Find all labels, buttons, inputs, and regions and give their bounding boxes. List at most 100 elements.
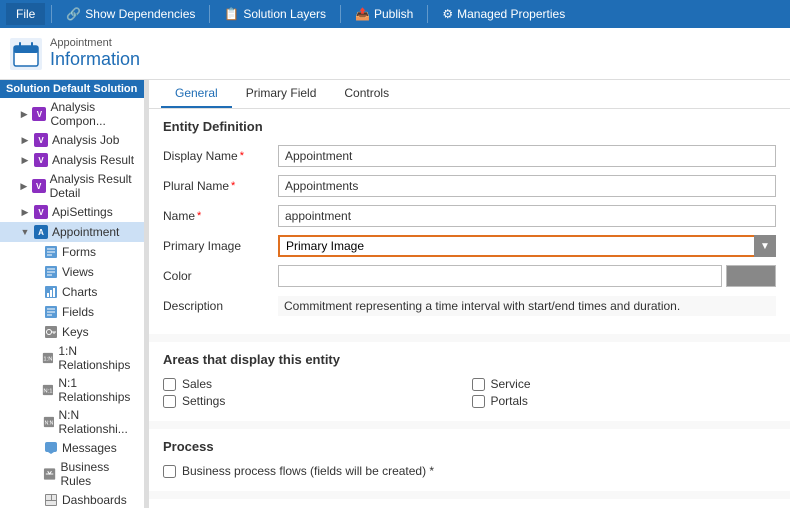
entity-icon: V [32,179,46,193]
sidebar-item-messages[interactable]: Messages [0,438,144,458]
plural-name-input[interactable] [278,175,776,197]
publish-icon: 📤 [355,7,370,21]
name-label: Name * [163,209,278,223]
name-label-text: Name [163,209,195,223]
sales-label[interactable]: Sales [163,377,468,391]
color-swatch[interactable] [726,265,776,287]
portals-checkbox[interactable] [472,395,485,408]
toolbar-separator2 [209,5,210,23]
show-dependencies-button[interactable]: 🔗 Show Dependencies [58,3,203,25]
entity-icon: V [34,153,48,167]
sidebar-label: Analysis Result [52,153,134,167]
primary-image-select[interactable]: Primary Image [278,235,776,257]
charts-icon [44,285,58,299]
sidebar-item-analysis-result-detail[interactable]: ▶ V Analysis Result Detail [0,170,144,202]
tab-controls[interactable]: Controls [330,80,403,108]
name-row: Name * [163,204,776,228]
sidebar-label: 1:N Relationships [58,344,138,372]
business-process-flows-text: Business process flows (fields will be c… [182,464,434,478]
fields-icon [44,305,58,319]
sidebar-item-n1-relationships[interactable]: N:1 N:1 Relationships [0,374,144,406]
entity-definition-title: Entity Definition [163,119,776,134]
communication-section: Communication & Collaboration Feedback *… [149,499,790,508]
sidebar-item-keys[interactable]: Keys [0,322,144,342]
sidebar-item-business-rules[interactable]: Business Rules [0,458,144,490]
sidebar-item-dashboards[interactable]: Dashboards [0,490,144,508]
sidebar-item-fields[interactable]: Fields [0,302,144,322]
sales-checkbox[interactable] [163,378,176,391]
entity-icon: A [34,225,48,239]
expand-icon: ▶ [20,207,30,217]
managed-properties-label: Managed Properties [457,7,565,21]
sidebar-item-analysis-result[interactable]: ▶ V Analysis Result [0,150,144,170]
sidebar-label: Charts [62,285,97,299]
tab-primary-field[interactable]: Primary Field [232,80,331,108]
header-subtitle: Appointment [50,37,140,49]
color-label: Color [163,269,278,283]
primary-image-label: Primary Image [163,239,278,253]
forms-icon [44,245,58,259]
service-label[interactable]: Service [472,377,777,391]
sidebar-section-title: Solution Default Solution [0,80,144,98]
sidebar-item-1n-relationships[interactable]: 1:N 1:N Relationships [0,342,144,374]
solution-layers-button[interactable]: 📋 Solution Layers [216,3,334,25]
svg-text:N:N: N:N [44,421,53,427]
primary-image-dropdown-container: Primary Image ▼ [278,235,776,257]
keys-icon [44,325,58,339]
n1-rel-icon: N:1 [42,383,54,397]
sidebar-label: Analysis Compon... [50,100,138,128]
name-input[interactable] [278,205,776,227]
sidebar-item-analysis-job[interactable]: ▶ V Analysis Job [0,130,144,150]
1n-rel-icon: 1:N [42,351,54,365]
svg-text:1:N: 1:N [44,357,53,363]
settings-label[interactable]: Settings [163,394,468,408]
publish-button[interactable]: 📤 Publish [347,3,421,25]
display-name-row: Display Name * [163,144,776,168]
color-input[interactable] [278,265,722,287]
color-input-container [278,265,776,287]
service-label-text: Service [491,377,531,391]
file-button[interactable]: File [6,3,45,25]
expand-icon: ▶ [20,135,30,145]
sidebar-label: Appointment [52,225,119,239]
sales-checkbox-row: Sales Settings [163,377,468,411]
publish-label: Publish [374,7,413,21]
sidebar-label: Views [62,265,94,279]
plural-name-label-text: Plural Name [163,179,229,193]
sidebar-label: N:1 Relationships [58,376,138,404]
sidebar-item-forms[interactable]: Forms [0,242,144,262]
description-label: Description [163,299,278,313]
sidebar-item-appointment[interactable]: ▼ A Appointment [0,222,144,242]
sidebar-item-analysis-component[interactable]: ▶ V Analysis Compon... [0,98,144,130]
sidebar-label: Business Rules [61,460,139,488]
expand-icon: ▼ [20,227,30,237]
color-row: Color [163,264,776,288]
required-star2: * [231,180,235,192]
sidebar-item-views[interactable]: Views [0,262,144,282]
sidebar-item-charts[interactable]: Charts [0,282,144,302]
managed-properties-button[interactable]: ⚙ Managed Properties [434,3,573,25]
header-main-title: Information [50,49,140,70]
business-process-flows-label[interactable]: Business process flows (fields will be c… [163,464,776,478]
portals-label[interactable]: Portals [472,394,777,408]
settings-label-text: Settings [182,394,225,408]
service-checkbox-row: Service Portals [472,377,777,411]
portals-label-text: Portals [491,394,528,408]
business-rules-icon [43,467,56,481]
sidebar-item-api-settings[interactable]: ▶ V ApiSettings [0,202,144,222]
primary-image-row: Primary Image Primary Image ▼ [163,234,776,258]
link-icon: 🔗 [66,7,81,21]
expand-icon: ▶ [20,181,28,191]
dashboards-icon [44,493,58,507]
process-section: Process Business process flows (fields w… [149,429,790,491]
tab-general[interactable]: General [161,80,232,108]
display-name-input[interactable] [278,145,776,167]
sidebar-item-nn-relationships[interactable]: N:N N:N Relationshi... [0,406,144,438]
expand-icon: ▶ [20,109,28,119]
business-process-flows-checkbox[interactable] [163,465,176,478]
messages-icon [44,441,58,455]
title-area: Appointment Information [50,37,140,70]
settings-checkbox[interactable] [163,395,176,408]
service-checkbox[interactable] [472,378,485,391]
nn-rel-icon: N:N [43,415,55,429]
